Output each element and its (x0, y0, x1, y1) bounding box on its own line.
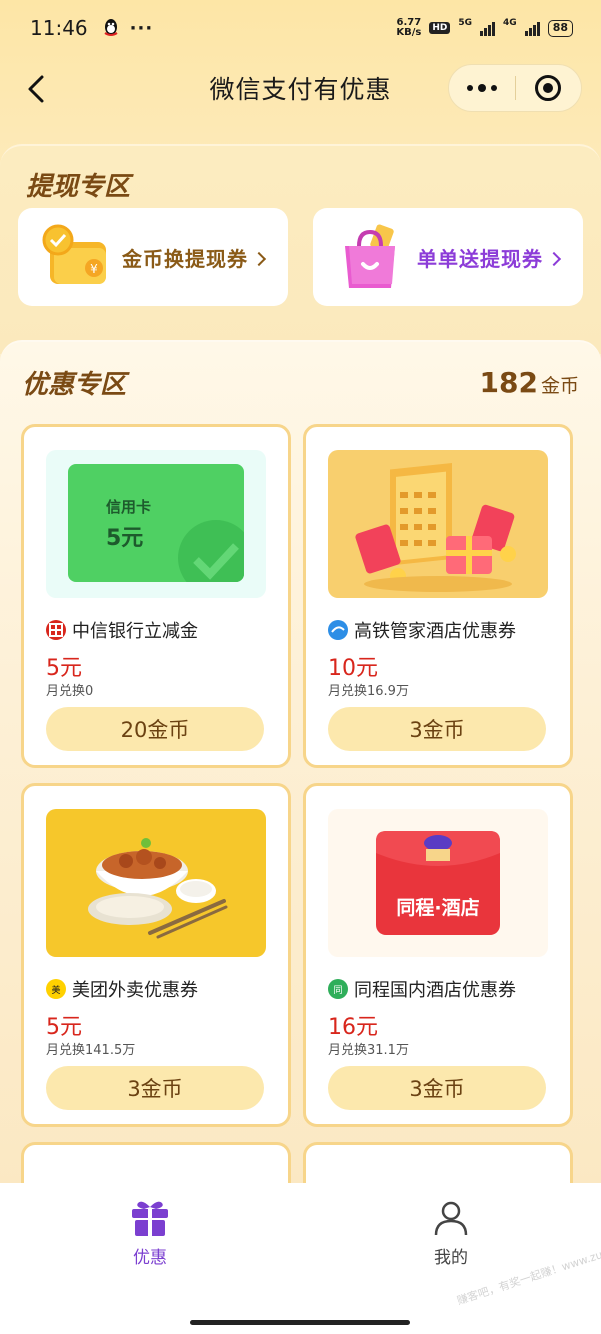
meituan-logo: 美 (46, 979, 66, 999)
nav-bar: 微信支付有优惠 (0, 56, 601, 120)
coupon-image (328, 450, 548, 598)
coupon-value: 5元 (46, 656, 82, 681)
coupon-card-citic[interactable]: 信用卡 5元 中信银行立减金 5元 月兑换0 20金币 (21, 424, 291, 768)
order-gift-withdraw-voucher-label: 单单送提现券 (417, 246, 543, 271)
wallet-coin-icon: ¥ (40, 222, 112, 292)
tab-label: 优惠 (133, 1248, 167, 1268)
qq-icon (104, 19, 118, 36)
coupon-card-tongcheng-hotel[interactable]: 同程·酒店 同 同程国内酒店优惠券 16元 月兑换31.1万 3金币 (303, 783, 573, 1127)
withdraw-section-title: 提现专区 (26, 172, 131, 202)
chevron-right-icon (251, 251, 267, 266)
coupon-monthly-redeemed: 月兑换0 (46, 684, 94, 699)
coin-balance: 182 金币 (480, 366, 579, 399)
hotel-gift-illustration (355, 462, 516, 592)
tongcheng-hotel-text: 同程·酒店 (396, 897, 480, 919)
gift-icon (132, 1201, 168, 1236)
withdraw-section: 提现专区 ¥ 金币换提现券 单单送提现券 (0, 144, 601, 354)
coupon-image (46, 809, 266, 957)
hd-badge: HD (429, 22, 451, 34)
red-envelope-graphic: 同程·酒店 (376, 831, 500, 935)
signal-icon (524, 20, 540, 36)
tongcheng-logo: 同 (328, 979, 348, 999)
coupon-value: 10元 (328, 656, 378, 681)
back-arrow-icon[interactable] (24, 74, 48, 104)
citic-bank-logo (46, 620, 66, 640)
coins-to-withdraw-voucher-label: 金币换提现券 (122, 246, 248, 271)
coupon-image: 信用卡 5元 (46, 450, 266, 598)
discount-section-title: 优惠专区 (22, 370, 127, 400)
gaotie-guanjia-logo (328, 620, 348, 640)
coupon-monthly-redeemed: 月兑换141.5万 (46, 1043, 136, 1058)
coupon-monthly-redeemed: 月兑换31.1万 (328, 1043, 409, 1058)
coin-balance-unit: 金币 (540, 375, 579, 397)
checkmark-icon (178, 520, 244, 582)
battery-icon: 88 (547, 19, 573, 37)
mini-program-capsule (448, 64, 582, 112)
redeem-button[interactable]: 20金币 (46, 707, 264, 751)
coupon-name: 同程国内酒店优惠券 (354, 980, 516, 1001)
credit-card-label: 信用卡 (106, 498, 152, 516)
coupon-name: 高铁管家酒店优惠券 (354, 621, 516, 642)
signal-4g-label: 4G (503, 18, 517, 28)
tab-mine[interactable]: 我的 (391, 1199, 511, 1268)
more-notifications-icon: ··· (129, 17, 154, 39)
coupon-value: 16元 (328, 1015, 378, 1040)
coupon-image: 同程·酒店 (328, 809, 548, 957)
coin-balance-value: 182 (479, 366, 538, 399)
home-indicator[interactable] (190, 1320, 410, 1325)
signal-icon (480, 20, 496, 36)
target-icon (535, 75, 562, 101)
coupon-value: 5元 (46, 1015, 82, 1040)
credit-card-graphic: 信用卡 5元 (68, 464, 244, 582)
bottom-tab-bar: 优惠 我的 (0, 1183, 601, 1334)
status-time: 11:46 (30, 16, 88, 40)
discount-section: 优惠专区 182 金币 信用卡 5元 中信银行立减金 5元 月兑换0 20金币 (0, 340, 601, 1210)
signal-5g-label: 5G (458, 18, 473, 28)
chevron-right-icon (546, 251, 562, 266)
coupon-card-gaotie-hotel[interactable]: 高铁管家酒店优惠券 10元 月兑换16.9万 3金币 (303, 424, 573, 768)
status-bar: 11:46 ··· 6.77 KB/s HD 5G 4G 88 (0, 0, 601, 56)
coins-to-withdraw-voucher-card[interactable]: ¥ 金币换提现券 (18, 208, 288, 306)
credit-card-value: 5元 (106, 526, 144, 551)
coupon-name: 中信银行立减金 (72, 621, 198, 642)
page-title: 微信支付有优惠 (209, 75, 392, 104)
coupon-card-meituan[interactable]: 美 美团外卖优惠券 5元 月兑换141.5万 3金币 (21, 783, 291, 1127)
redeem-button[interactable]: 3金币 (328, 707, 546, 751)
redeem-button[interactable]: 3金币 (328, 1066, 546, 1110)
shopping-bag-icon (335, 222, 407, 292)
coupon-monthly-redeemed: 月兑换16.9万 (328, 684, 409, 699)
order-gift-withdraw-voucher-card[interactable]: 单单送提现券 (313, 208, 583, 306)
more-menu-button[interactable] (449, 65, 515, 111)
svg-text:¥: ¥ (90, 262, 98, 276)
coupon-name: 美团外卖优惠券 (72, 980, 198, 1001)
close-mini-program-button[interactable] (516, 65, 581, 111)
food-bowl-illustration (88, 838, 228, 939)
net-speed: 6.77 KB/s (396, 17, 422, 38)
user-icon (434, 1201, 468, 1236)
tab-discount[interactable]: 优惠 (90, 1199, 210, 1268)
tab-label: 我的 (434, 1248, 468, 1268)
redeem-button[interactable]: 3金币 (46, 1066, 264, 1110)
